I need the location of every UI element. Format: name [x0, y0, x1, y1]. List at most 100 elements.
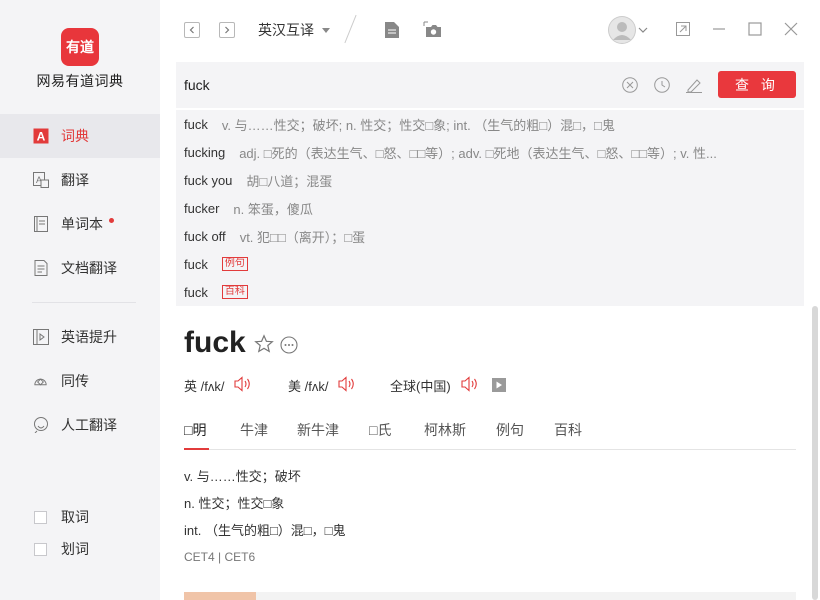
search-bar: 查 询: [176, 62, 804, 108]
back-button[interactable]: [184, 22, 200, 38]
suggestion-item[interactable]: fuck off vt. 犯□□（离开）；□蛋: [184, 222, 365, 250]
tab-webster[interactable]: □氏: [369, 420, 391, 440]
clear-search-button[interactable]: [620, 75, 640, 95]
suggestion-definition: 胡□八道；混蛋: [246, 173, 333, 189]
app-name: 网易有道词典: [36, 73, 124, 89]
select-word-label: 划词: [61, 541, 89, 557]
star-icon: [254, 334, 274, 353]
handwriting-button[interactable]: [684, 75, 704, 95]
speaker-icon: [338, 376, 355, 392]
maximize-button[interactable]: [746, 20, 764, 38]
maximize-icon: [748, 22, 762, 36]
play-more-button[interactable]: [492, 378, 506, 392]
translate-icon: A: [32, 172, 49, 189]
headword: fuck: [184, 326, 246, 359]
pen-icon: [686, 79, 702, 93]
tab-examples[interactable]: 例句: [496, 420, 524, 440]
avatar[interactable]: [608, 16, 636, 44]
example-sentence-tag: 例句: [221, 257, 248, 271]
definition-line: v. 与……性交；破坏: [184, 469, 301, 484]
encyclopedia-tag: 百科: [221, 285, 248, 299]
new-badge-dot: [109, 217, 114, 223]
suggestion-definition: v. 与……性交；破坏; n. 性交；性交□象; int. （生气的粗□）混□，…: [221, 117, 615, 133]
document-translate-icon: [32, 260, 49, 277]
history-button[interactable]: [652, 75, 672, 95]
suggestion-definition: adj. □死的（表达生气、□怒、□□等）; adv. □死地（表达生气、□怒、…: [239, 145, 717, 161]
sidebar-item-document-translate[interactable]: 文档翻译: [0, 246, 160, 290]
close-button[interactable]: [782, 20, 800, 38]
sidebar-item-simultaneous[interactable]: 同传: [0, 359, 160, 403]
wordbook-icon: [32, 216, 49, 233]
query-button[interactable]: 查 询: [718, 71, 796, 98]
suggestion-item[interactable]: fucking adj. □死的（表达生气、□怒、□□等）; adv. □死地（…: [184, 138, 717, 166]
definition-line: n. 性交；性交□象: [184, 496, 285, 511]
suggestion-item[interactable]: fuck v. 与……性交；破坏; n. 性交；性交□象; int. （生气的粗…: [184, 110, 615, 138]
tab-collins[interactable]: 柯林斯: [424, 420, 466, 440]
svg-text:A: A: [36, 130, 45, 144]
search-input[interactable]: [184, 74, 604, 96]
simultaneous-icon: [32, 373, 49, 390]
sidebar: 有道 网易有道词典 A 词典 A 翻译 单词本 文档翻译 英语提升 同传 人工翻…: [0, 0, 160, 600]
sidebar-item-label: 文档翻译: [61, 260, 117, 276]
minimize-button[interactable]: [710, 20, 728, 38]
sidebar-item-translate[interactable]: A 翻译: [0, 158, 160, 202]
card-thumbnail: [184, 592, 256, 600]
language-select-value: 英汉互译: [258, 22, 314, 38]
human-translate-icon: [32, 417, 49, 434]
capture-word-toggle[interactable]: 取词: [34, 507, 89, 527]
dictionary-icon: A: [32, 128, 49, 145]
scrollbar-thumb[interactable]: [812, 306, 818, 600]
sidebar-item-label: 词典: [61, 128, 89, 144]
suggestion-word: fucking: [184, 144, 226, 160]
favorite-button[interactable]: [254, 334, 274, 357]
language-select[interactable]: 英汉互译: [258, 20, 330, 40]
suggestion-item[interactable]: fuck 百科: [184, 278, 248, 306]
suggestion-item[interactable]: fuck 例句: [184, 250, 248, 278]
sidebar-item-wordbook[interactable]: 单词本: [0, 202, 160, 246]
suggestion-definition: n. 笨蛋，傻瓜: [233, 201, 313, 217]
clear-icon: [622, 77, 638, 93]
document-icon: [385, 22, 399, 38]
tab-oxford[interactable]: 牛津: [240, 420, 268, 440]
exam-tags: CET4 | CET6: [184, 550, 256, 564]
tab-new-oxford[interactable]: 新牛津: [297, 420, 339, 440]
sidebar-item-human-translate[interactable]: 人工翻译: [0, 403, 160, 447]
dictionary-tabs: □明 牛津 新牛津 □氏 柯林斯 例句 百科: [184, 418, 796, 450]
suggestion-word: fuck: [184, 116, 208, 132]
account-dropdown[interactable]: [636, 20, 650, 40]
shrink-icon: [676, 22, 690, 36]
chevron-left-icon: [189, 26, 194, 34]
mini-mode-button[interactable]: [674, 20, 692, 38]
active-tab-indicator: [184, 448, 209, 450]
speaker-button[interactable]: [338, 376, 356, 395]
tab-simple[interactable]: □明: [184, 420, 206, 440]
suggestion-word: fucker: [184, 200, 220, 216]
capture-word-checkbox[interactable]: [34, 510, 47, 524]
scrollbar[interactable]: [812, 306, 818, 600]
document-button[interactable]: [382, 20, 402, 40]
select-word-checkbox[interactable]: [34, 542, 47, 556]
suggestion-word: fuck you: [184, 172, 233, 188]
app-logo-area: 有道 网易有道词典: [0, 28, 160, 91]
suggestion-item[interactable]: fuck you 胡□八道；混蛋: [184, 166, 332, 194]
suggestion-list: fuck v. 与……性交；破坏; n. 性交；性交□象; int. （生气的粗…: [176, 110, 804, 306]
sidebar-item-english-boost[interactable]: 英语提升: [0, 315, 160, 359]
clock-icon: [654, 77, 670, 93]
select-word-toggle[interactable]: 划词: [34, 539, 89, 559]
user-icon: [608, 16, 636, 44]
more-button[interactable]: [280, 336, 298, 357]
suggestion-definition: vt. 犯□□（离开）；□蛋: [239, 229, 366, 245]
suggestion-item[interactable]: fucker n. 笨蛋，傻瓜: [184, 194, 313, 222]
chevron-down-icon: [638, 27, 648, 33]
speaker-button[interactable]: [461, 376, 479, 395]
sidebar-item-dictionary[interactable]: A 词典: [0, 114, 160, 158]
content-card: [184, 592, 796, 600]
screenshot-translate-button[interactable]: [423, 20, 443, 40]
close-icon: [784, 22, 798, 36]
topbar: 英汉互译: [160, 0, 820, 62]
forward-button[interactable]: [219, 22, 235, 38]
sidebar-divider: [32, 302, 136, 303]
tab-encyclopedia[interactable]: 百科: [554, 420, 582, 440]
speaker-button[interactable]: [234, 376, 252, 395]
sidebar-item-label: 人工翻译: [61, 417, 117, 433]
